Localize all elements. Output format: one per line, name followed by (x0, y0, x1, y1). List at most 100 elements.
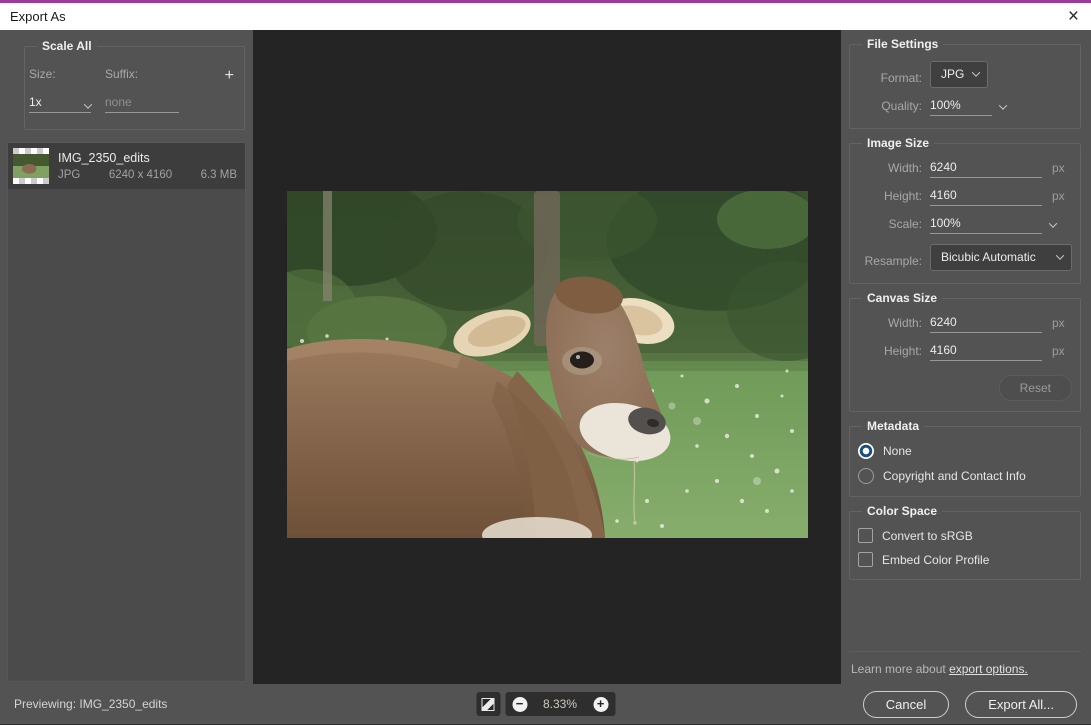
export-as-dialog: Export As × Scale All Size: 1x Suffix: n… (0, 0, 1091, 725)
metadata-option-copyright[interactable]: Copyright and Contact Info (858, 468, 1072, 484)
embed-profile-option[interactable]: Embed Color Profile (858, 552, 1072, 567)
export-file-list: IMG_2350_edits JPG 6240 x 4160 6.3 MB (7, 142, 246, 682)
radio-selected-icon[interactable] (858, 443, 874, 459)
scale-size-column: Size: 1x (29, 67, 105, 113)
zoom-pill: − 8.33% + (505, 692, 615, 716)
metadata-none-label: None (883, 444, 912, 458)
resample-dropdown[interactable]: Bicubic Automatic (930, 244, 1072, 271)
file-meta: JPG 6240 x 4160 6.3 MB (58, 169, 239, 181)
action-buttons: Cancel Export All... (862, 690, 1077, 718)
learn-more: Learn more about export options. (849, 651, 1081, 684)
thumbnail-image (13, 154, 49, 178)
scale-all-group: Scale All Size: 1x Suffix: none + (24, 39, 245, 130)
canvas-size-title: Canvas Size (862, 291, 943, 305)
add-scale-button[interactable]: + (225, 68, 234, 84)
file-name: IMG_2350_edits (58, 151, 150, 165)
checkbox-unchecked-icon[interactable] (858, 552, 873, 567)
image-width-label: Width: (887, 161, 922, 175)
dialog-body: Scale All Size: 1x Suffix: none + IMG_23… (0, 30, 1091, 684)
image-height-input[interactable]: 4160 (930, 188, 1042, 206)
metadata-title: Metadata (862, 419, 925, 433)
image-height-unit: px (1052, 189, 1065, 203)
export-all-button[interactable]: Export All... (965, 690, 1077, 718)
convert-srgb-label: Convert to sRGB (882, 528, 973, 543)
resample-value: Bicubic Automatic (941, 250, 1036, 264)
file-dimensions: 6240 x 4160 (108, 169, 173, 181)
image-height-value: 4160 (930, 188, 957, 202)
canvas-height-input[interactable]: 4160 (930, 343, 1042, 361)
zoom-in-button[interactable]: + (593, 696, 608, 712)
quality-label: Quality: (881, 99, 922, 113)
close-icon[interactable]: × (1068, 7, 1079, 26)
size-value: 1x (29, 95, 42, 109)
titlebar: Export As × (0, 0, 1091, 30)
canvas-width-value: 6240 (930, 315, 957, 329)
zoom-level: 8.33% (542, 697, 578, 711)
chevron-down-icon (1055, 251, 1065, 260)
metadata-option-none[interactable]: None (858, 443, 1072, 459)
chevron-down-icon (1048, 219, 1058, 228)
scale-value: 100% (930, 216, 961, 230)
suffix-label: Suffix: (105, 67, 139, 81)
canvas-height-value: 4160 (930, 343, 957, 357)
canvas-size-group: Canvas Size Width: 6240 px Height: 4160 … (849, 291, 1081, 412)
canvas-width-input[interactable]: 6240 (930, 315, 1042, 333)
file-format: JPG (58, 169, 81, 181)
image-width-value: 6240 (930, 160, 957, 174)
format-value: JPG (941, 67, 965, 81)
image-size-group: Image Size Width: 6240 px Height: 4160 p… (849, 136, 1081, 284)
format-dropdown[interactable]: JPG (930, 61, 988, 88)
file-item-selected[interactable]: IMG_2350_edits JPG 6240 x 4160 6.3 MB (8, 143, 245, 189)
cancel-button[interactable]: Cancel (862, 690, 950, 718)
radio-unselected-icon[interactable] (858, 468, 874, 484)
suffix-placeholder: none (105, 95, 132, 109)
quality-value: 100% (930, 98, 961, 112)
size-dropdown[interactable]: 1x (29, 95, 93, 113)
image-width-input[interactable]: 6240 (930, 160, 1042, 178)
file-info: IMG_2350_edits JPG 6240 x 4160 6.3 MB (58, 151, 239, 181)
scale-suffix-column: Suffix: none (105, 67, 199, 113)
settings-panel: File Settings Format: JPG Quality: 100% (841, 30, 1091, 684)
quality-input[interactable]: 100% (930, 98, 992, 116)
bottom-bar: Previewing: IMG_2350_edits − 8.33% + Can… (0, 684, 1091, 724)
scale-input[interactable]: 100% (930, 216, 1042, 234)
preview-image-cow (256, 170, 847, 553)
file-size: 6.3 MB (200, 169, 237, 181)
export-options-link[interactable]: export options. (949, 662, 1028, 676)
canvas-height-unit: px (1052, 344, 1065, 358)
preview-canvas (253, 30, 847, 684)
file-settings-title: File Settings (862, 37, 944, 51)
chevron-down-icon (998, 101, 1008, 110)
canvas-width-label: Width: (887, 316, 922, 330)
suffix-input[interactable]: none (105, 95, 179, 113)
metadata-group: Metadata None Copyright and Contact Info (849, 419, 1081, 497)
previewing-status: Previewing: IMG_2350_edits (14, 697, 168, 711)
left-panel: Scale All Size: 1x Suffix: none + IMG_23… (0, 30, 253, 684)
file-thumbnail (13, 148, 49, 184)
cow-photo-illustration (256, 170, 847, 553)
canvas-width-unit: px (1052, 316, 1065, 330)
color-space-group: Color Space Convert to sRGB Embed Color … (849, 504, 1081, 580)
zoom-out-button[interactable]: − (512, 696, 527, 712)
metadata-copyright-label: Copyright and Contact Info (883, 469, 1026, 483)
color-space-title: Color Space (862, 504, 943, 518)
image-width-unit: px (1052, 161, 1065, 175)
format-label: Format: (880, 71, 922, 85)
file-settings-group: File Settings Format: JPG Quality: 100% (849, 37, 1081, 129)
learn-more-text: Learn more about (851, 662, 950, 676)
scale-all-title: Scale All (37, 39, 97, 53)
convert-srgb-option[interactable]: Convert to sRGB (858, 528, 1072, 543)
canvas-height-label: Height: (883, 344, 922, 358)
chevron-down-icon (83, 100, 93, 109)
checkbox-unchecked-icon[interactable] (858, 528, 873, 543)
image-size-title: Image Size (862, 136, 935, 150)
image-height-label: Height: (883, 189, 922, 203)
size-label: Size: (29, 67, 56, 81)
chevron-down-icon (971, 68, 981, 77)
reset-button[interactable]: Reset (998, 375, 1072, 401)
preview-matte-button[interactable] (476, 692, 500, 716)
resample-label: Resample: (864, 254, 922, 268)
zoom-controls: − 8.33% + (476, 692, 615, 716)
dialog-title: Export As (10, 9, 66, 24)
embed-profile-label: Embed Color Profile (882, 552, 990, 567)
